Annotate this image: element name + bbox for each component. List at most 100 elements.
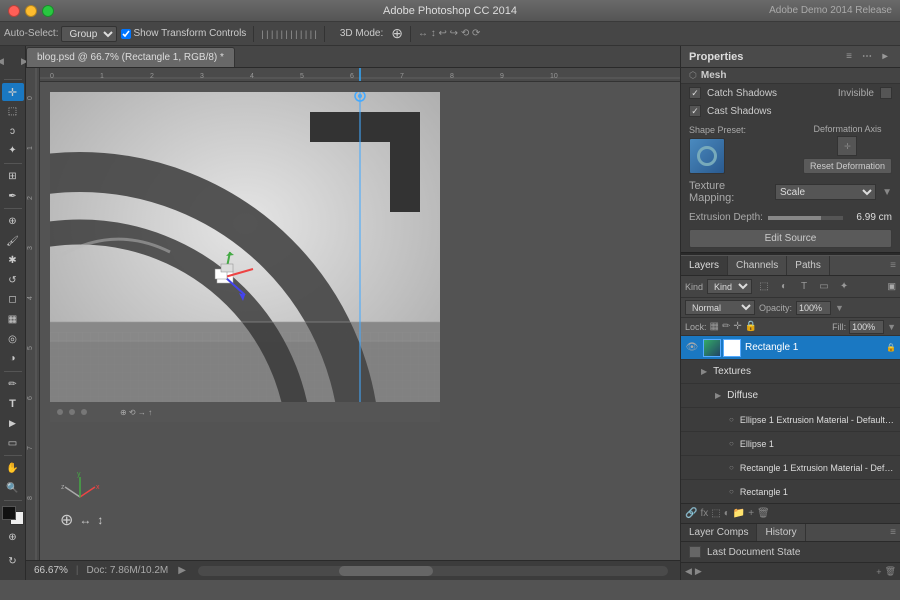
layer-comps-panel: 🔗 fx ⬚ ◐ 📁 + 🗑 Layer Comps History ≡ Las…	[681, 503, 900, 580]
lock-all-icon[interactable]: 🔒	[745, 321, 757, 332]
mode-3d-icon[interactable]: ⊕	[391, 25, 403, 42]
dodge-tool[interactable]: ◑	[2, 349, 24, 368]
text-tool[interactable]: T	[2, 395, 24, 414]
smart-filter-icon[interactable]: ✦	[836, 279, 852, 295]
new-layer-icon[interactable]: +	[748, 508, 754, 519]
edit-source-button[interactable]: Edit Source	[689, 229, 892, 248]
show-transform-checkbox[interactable]	[121, 29, 131, 39]
layer-item-ellipse1-extrusion[interactable]: ○ Ellipse 1 Extrusion Material - Default…	[681, 408, 900, 432]
layer-vis-1[interactable]: 👁	[685, 341, 699, 355]
delete-layer-icon[interactable]: 🗑	[757, 508, 770, 519]
mask-icon[interactable]: ⬚	[711, 508, 720, 519]
rotate-icon[interactable]: ↔	[79, 513, 91, 527]
panel-icon-3[interactable]: ▸	[878, 50, 892, 64]
layer-item-textures[interactable]: ▶ Textures	[681, 360, 900, 384]
invisible-checkbox[interactable]	[880, 87, 892, 99]
show-transform-label[interactable]: Show Transform Controls	[121, 28, 246, 39]
crop-tool[interactable]: ⊞	[2, 167, 24, 186]
tab-history[interactable]: History	[757, 524, 805, 541]
folder-icon[interactable]: 📁	[733, 508, 745, 519]
pixel-filter-icon[interactable]: ⬚	[756, 279, 772, 295]
eyedropper-tool[interactable]: ✒	[2, 187, 24, 206]
tab-channels[interactable]: Channels	[728, 256, 787, 275]
pan-icon[interactable]: ⊕	[60, 510, 73, 530]
brush-tool[interactable]: 🖌	[2, 232, 24, 251]
marquee-tool[interactable]: ⬚	[2, 102, 24, 121]
lock-position-icon[interactable]: ✛	[733, 321, 741, 332]
path-selection-tool[interactable]: ▶	[2, 414, 24, 433]
opacity-input[interactable]	[796, 301, 831, 315]
fill-input[interactable]	[849, 320, 884, 334]
clone-stamp-tool[interactable]: ✱	[2, 251, 24, 270]
tab-paths[interactable]: Paths	[787, 256, 830, 275]
svg-text:10: 10	[550, 73, 558, 80]
auto-select-label: Auto-Select:	[4, 28, 58, 39]
gradient-tool[interactable]: ▦	[2, 310, 24, 329]
maximize-button[interactable]	[42, 5, 54, 17]
shape-tool[interactable]: ▭	[2, 434, 24, 453]
active-document-tab[interactable]: blog.psd @ 66.7% (Rectangle 1, RGB/8) *	[26, 47, 235, 67]
navigate-tool[interactable]: ⊕	[2, 526, 24, 548]
rotation-tool[interactable]: ↻	[2, 550, 24, 572]
tab-layers[interactable]: Layers	[681, 256, 728, 275]
tab-layer-comps[interactable]: Layer Comps	[681, 524, 757, 541]
pen-tool[interactable]: ✏	[2, 375, 24, 394]
lc-trash-icon[interactable]: 🗑	[885, 566, 896, 577]
cast-shadows-checkbox[interactable]	[689, 105, 701, 117]
shape-filter-icon[interactable]: ▭	[816, 279, 832, 295]
lc-next-icon[interactable]: ▶	[695, 566, 702, 577]
photoshop-canvas[interactable]: ⊕ ⟲ → ↑	[50, 92, 440, 422]
magic-wand-tool[interactable]: ✦	[2, 142, 24, 161]
layer-item-rect1-extrusion[interactable]: ○ Rectangle 1 Extrusion Material - Defau…	[681, 456, 900, 480]
kind-select[interactable]: Kind	[707, 279, 752, 294]
adj-icon[interactable]: ◐	[724, 508, 730, 519]
doc-info-arrow[interactable]: ▶	[178, 565, 186, 576]
back-tool[interactable]: ◀	[0, 50, 12, 72]
healing-brush-tool[interactable]: ⊕	[2, 212, 24, 231]
layer-item-diffuse[interactable]: ▶ Diffuse	[681, 384, 900, 408]
lc-add-icon[interactable]: +	[876, 567, 881, 577]
svg-text:8: 8	[450, 73, 454, 80]
shape-preset-thumbnail[interactable]	[689, 138, 725, 174]
lc-checkbox-1[interactable]	[689, 546, 701, 558]
eraser-tool[interactable]: ◻	[2, 291, 24, 310]
auto-select-dropdown[interactable]: Group Layer	[61, 26, 117, 42]
history-brush-tool[interactable]: ↺	[2, 271, 24, 290]
lc-panel-menu[interactable]: ≡	[886, 527, 900, 538]
close-button[interactable]	[8, 5, 20, 17]
lc-last-document[interactable]: Last Document State	[681, 542, 900, 562]
link-icon[interactable]: 🔗	[685, 508, 697, 519]
extrusion-slider[interactable]	[768, 216, 843, 220]
lock-transparent-icon[interactable]: ▦	[710, 321, 719, 332]
type-filter-icon[interactable]: T	[796, 279, 812, 295]
doc-info: Doc: 7.86M/10.2M	[87, 565, 169, 576]
lock-image-icon[interactable]: ✏	[722, 321, 730, 332]
deformation-axis-label: Deformation Axis	[803, 124, 892, 134]
color-swatches[interactable]	[2, 506, 24, 525]
blend-mode-select[interactable]: Normal Multiply Screen	[685, 300, 755, 315]
texture-mapping-select[interactable]: Scale Tile Stretch	[775, 184, 876, 200]
layer-item-rect1-sub[interactable]: ○ Rectangle 1	[681, 480, 900, 503]
horizontal-scrollbar[interactable]	[198, 566, 668, 576]
lasso-tool[interactable]: ↄ	[2, 122, 24, 141]
catch-shadows-checkbox[interactable]	[689, 87, 701, 99]
reset-deformation-button[interactable]: Reset Deformation	[803, 158, 892, 174]
hand-tool[interactable]: ✋	[2, 459, 24, 478]
fg-color-swatch[interactable]	[2, 506, 16, 520]
fx-icon[interactable]: fx	[700, 508, 708, 519]
canvas-drawing[interactable]: ⊕ ⟲ → ↑ ⊕ ↔ ↕	[40, 82, 680, 560]
deformation-gizmo[interactable]: ✛	[837, 136, 857, 156]
blur-tool[interactable]: ◎	[2, 330, 24, 349]
zoom-tool[interactable]: 🔍	[2, 479, 24, 498]
panel-icon-2[interactable]: ⋯	[860, 50, 874, 64]
minimize-button[interactable]	[25, 5, 37, 17]
layer-item-ellipse1[interactable]: ○ Ellipse 1	[681, 432, 900, 456]
zoom-icon[interactable]: ↕	[97, 513, 103, 527]
move-tool[interactable]: ✛	[2, 83, 24, 102]
lc-prev-icon[interactable]: ◀	[685, 566, 692, 577]
adjustment-filter-icon[interactable]: ◐	[776, 279, 792, 295]
layers-panel-menu[interactable]: ≡	[886, 260, 900, 271]
panel-icon-1[interactable]: ≡	[842, 50, 856, 64]
layer-item-rectangle1[interactable]: 👁 Rectangle 1 🔒	[681, 336, 900, 360]
layer-name-rect1-sub: Rectangle 1	[740, 487, 896, 497]
